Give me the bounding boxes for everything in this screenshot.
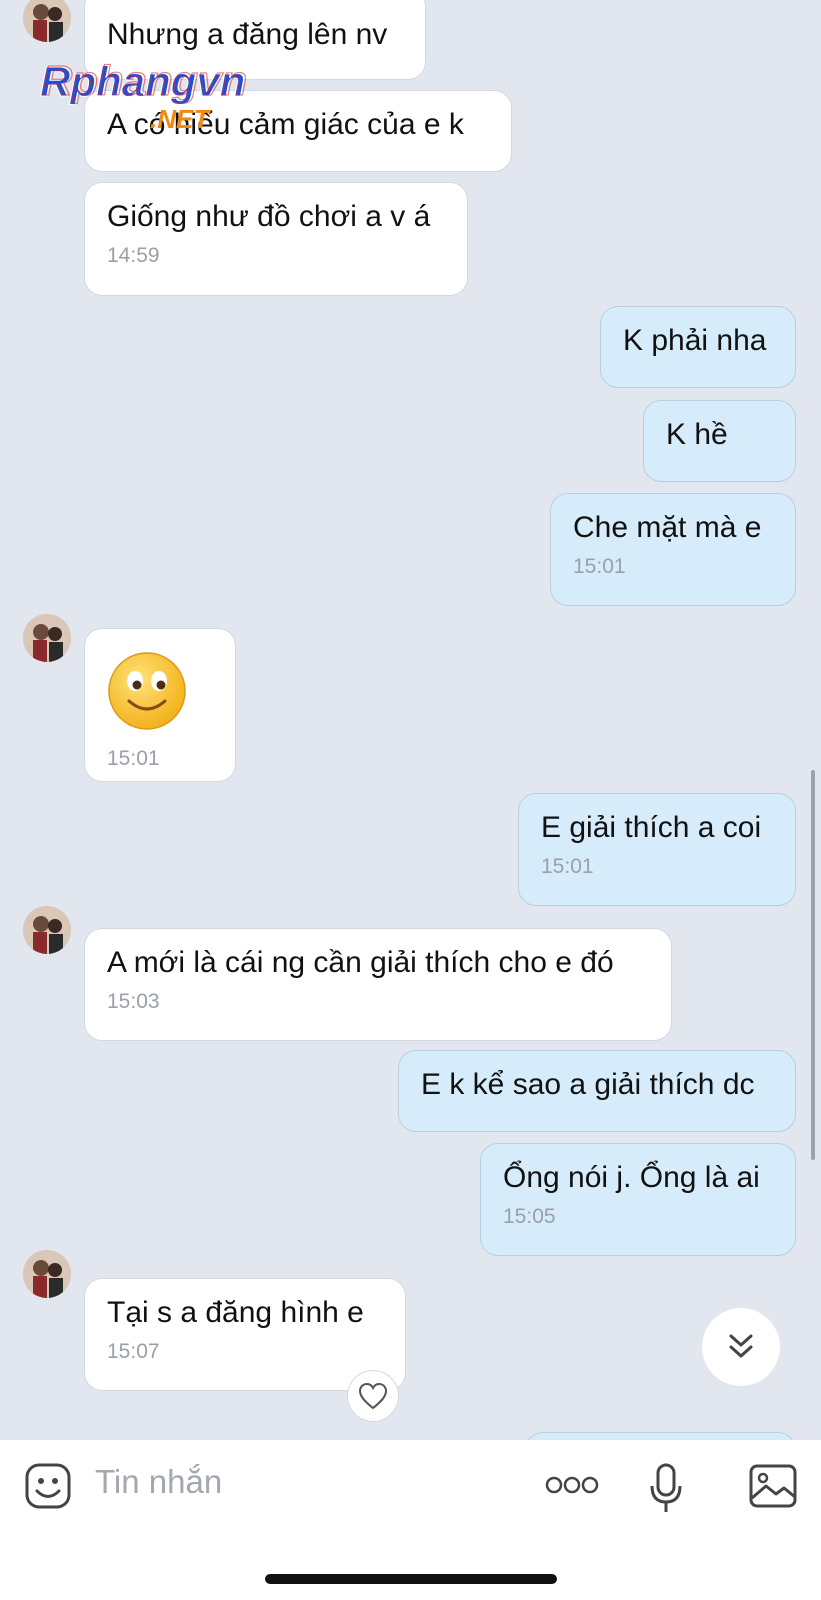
message-text: E k kể sao a giải thích dc (421, 1068, 755, 1101)
scrollbar[interactable] (811, 770, 815, 1160)
voice-message-button[interactable] (648, 1462, 684, 1516)
message-text: Nhưng a đăng lên nv (107, 18, 388, 51)
avatar-photo-icon (23, 906, 71, 954)
message-input[interactable]: Tin nhắn (95, 1462, 222, 1502)
message-time: 15:07 (107, 1340, 160, 1363)
outgoing-message[interactable]: E giải thích a coi 15:01 (518, 793, 796, 906)
home-indicator[interactable] (265, 1574, 557, 1584)
double-chevron-down-icon (729, 1334, 753, 1358)
incoming-message[interactable]: A mới là cái ng cần giải thích cho e đó … (84, 928, 672, 1041)
message-text: K hề (666, 418, 728, 451)
message-text: E giải thích a coi (541, 811, 762, 844)
heart-icon (358, 1382, 388, 1410)
message-time: 15:01 (573, 555, 626, 578)
image-icon (749, 1464, 797, 1508)
avatar-photo-icon (23, 0, 71, 42)
react-heart-button[interactable] (347, 1370, 399, 1422)
incoming-message[interactable]: Giống như đồ chơi a v á 14:59 (84, 182, 468, 296)
outgoing-message[interactable] (525, 1432, 796, 1440)
outgoing-message[interactable]: K hề (643, 400, 796, 482)
contact-avatar[interactable] (23, 1250, 71, 1298)
contact-avatar[interactable] (23, 614, 71, 662)
message-text: Che mặt mà e (573, 511, 762, 544)
incoming-sticker-message[interactable]: 15:01 (84, 628, 236, 782)
more-icon (545, 1476, 599, 1494)
svg-text:Rphangvn: Rphangvn (42, 58, 247, 104)
message-text: A mới là cái ng cần giải thích cho e đó (107, 946, 614, 979)
svg-text:.NET: .NET (150, 104, 211, 134)
scroll-to-bottom-button[interactable] (702, 1308, 780, 1386)
message-text: Giống như đồ chơi a v á (107, 200, 431, 233)
outgoing-message[interactable]: Ổng nói j. Ổng là ai 15:05 (480, 1143, 796, 1256)
message-time: 15:01 (107, 747, 160, 770)
message-composer: Tin nhắn (0, 1440, 821, 1600)
more-options-button[interactable] (545, 1470, 599, 1500)
message-text: Ổng nói j. Ổng là ai (503, 1161, 760, 1194)
message-time: 15:03 (107, 990, 160, 1013)
message-text: Tại s a đăng hình e (107, 1296, 364, 1329)
smiley-emoji-icon (108, 652, 186, 730)
gallery-button[interactable] (748, 1462, 798, 1510)
message-text: K phải nha (623, 324, 767, 357)
sticker-icon (25, 1463, 71, 1509)
avatar-photo-icon (23, 614, 71, 662)
microphone-icon (650, 1463, 682, 1512)
message-time: 15:05 (503, 1205, 556, 1228)
message-time: 15:01 (541, 855, 594, 878)
outgoing-message[interactable]: Che mặt mà e 15:01 (550, 493, 796, 606)
avatar-photo-icon (23, 1250, 71, 1298)
outgoing-message[interactable]: E k kể sao a giải thích dc (398, 1050, 796, 1132)
sticker-button[interactable] (24, 1462, 72, 1510)
message-time: 14:59 (107, 244, 160, 267)
outgoing-message[interactable]: K phải nha (600, 306, 796, 388)
contact-avatar[interactable] (23, 0, 71, 42)
watermark-logo: Rphangvn Rphangvn .NET (40, 56, 300, 138)
contact-avatar[interactable] (23, 906, 71, 954)
chat-thread[interactable]: Nhưng a đăng lên nv A có hiểu cảm giác c… (0, 0, 821, 1440)
